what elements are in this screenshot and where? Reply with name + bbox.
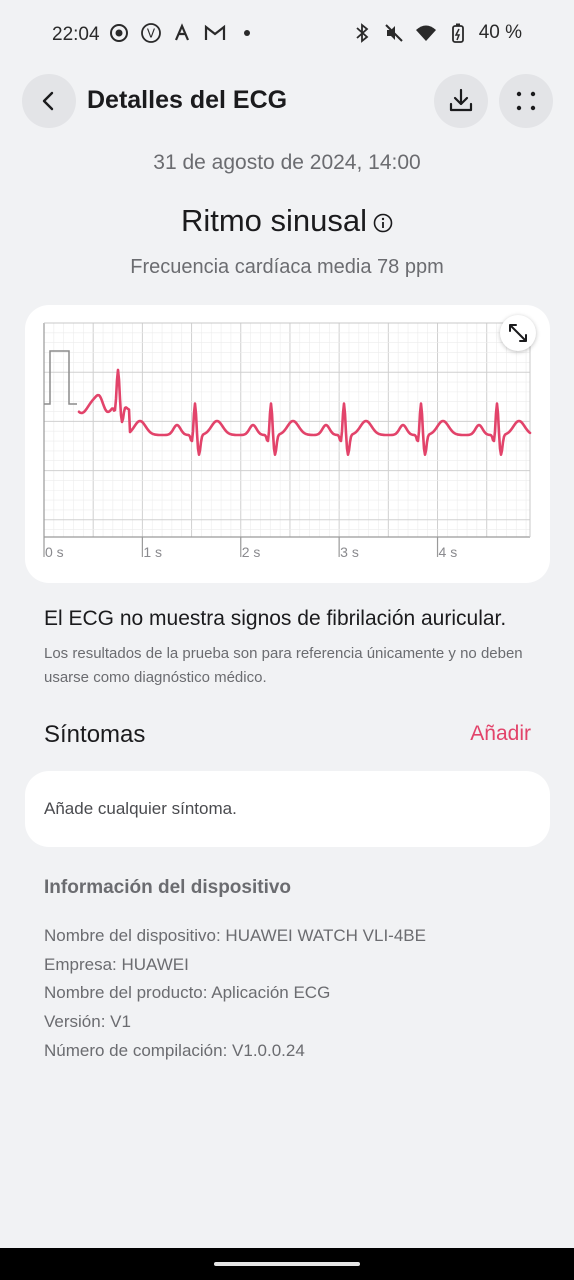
device-info-list: Nombre del dispositivo: HUAWEI WATCH VLI… xyxy=(44,922,426,1065)
back-arrow-icon xyxy=(42,91,54,111)
bluetooth-icon xyxy=(351,22,373,44)
calibration-pulse xyxy=(44,350,77,405)
device-version: Versión: V1 xyxy=(44,1012,131,1032)
status-bar: 22:04 V 40 % xyxy=(0,0,574,70)
info-icon[interactable] xyxy=(373,205,393,241)
result-label: Ritmo sinusal xyxy=(180,203,368,238)
more-dots-icon xyxy=(516,91,536,111)
gmail-icon xyxy=(204,22,226,44)
time-label: 4 s xyxy=(439,544,458,560)
accessibility-icon xyxy=(172,22,194,44)
device-product: Nombre del producto: Aplicación ECG xyxy=(44,983,331,1003)
system-icons: 40 % xyxy=(351,22,522,44)
result-heading: Ritmo sinusal xyxy=(0,203,574,241)
app-icon xyxy=(108,22,130,44)
time-label: 3 s xyxy=(340,544,359,560)
symptoms-title: Síntomas xyxy=(44,721,146,748)
ecg-trace xyxy=(77,368,532,456)
device-info-title: Información del dispositivo xyxy=(44,877,292,898)
expand-icon xyxy=(509,324,527,342)
heart-rate-value: 78 ppm xyxy=(377,256,444,278)
symptoms-placeholder: Añade cualquier síntoma. xyxy=(44,799,237,818)
symptoms-card[interactable]: Añade cualquier síntoma. xyxy=(25,771,550,847)
ecg-grid xyxy=(43,322,531,538)
device-name: Nombre del dispositivo: HUAWEI WATCH VLI… xyxy=(44,926,426,945)
time-label: 0 s xyxy=(45,544,64,560)
battery-percent: 40 % xyxy=(478,22,522,43)
device-company: Empresa: HUAWEI xyxy=(44,954,189,974)
heart-rate-summary: Frecuencia cardíaca media 78 ppm xyxy=(0,256,574,279)
page-title: Detalles del ECG xyxy=(87,86,288,114)
more-options-button[interactable] xyxy=(499,74,553,128)
download-icon xyxy=(449,88,473,112)
medical-disclaimer: Los resultados de la prueba son para ref… xyxy=(44,645,523,686)
device-build: Número de compilación: V1.0.0.24 xyxy=(44,1040,305,1060)
expand-button[interactable] xyxy=(500,315,536,351)
time-label: 1 s xyxy=(143,544,162,560)
home-handle[interactable] xyxy=(214,1262,360,1266)
download-button[interactable] xyxy=(434,74,488,128)
back-button[interactable] xyxy=(22,74,76,128)
time-label: 2 s xyxy=(242,544,261,560)
mute-icon xyxy=(383,22,405,44)
heart-rate-label: Frecuencia cardíaca media xyxy=(130,256,372,278)
wifi-icon xyxy=(415,22,437,44)
dot-icon xyxy=(236,22,258,44)
status-time: 22:04 xyxy=(52,24,100,45)
add-symptom-button[interactable]: Añadir xyxy=(470,722,531,746)
time-axis: 0 s 1 s 2 s 3 s 4 s xyxy=(43,537,458,560)
record-date: 31 de agosto de 2024, 14:00 xyxy=(153,151,421,174)
svg-text:V: V xyxy=(147,27,156,41)
vpn-icon: V xyxy=(140,22,162,44)
afib-result: El ECG no muestra signos de fibrilación … xyxy=(44,607,507,630)
ecg-chart: 0 s 1 s 2 s 3 s 4 s xyxy=(43,322,532,560)
app-header: Detalles del ECG xyxy=(0,74,574,130)
ecg-chart-card[interactable]: 0 s 1 s 2 s 3 s 4 s xyxy=(25,305,550,583)
battery-icon xyxy=(447,22,469,44)
notification-icons: V xyxy=(108,22,258,44)
navigation-bar xyxy=(0,1248,574,1280)
